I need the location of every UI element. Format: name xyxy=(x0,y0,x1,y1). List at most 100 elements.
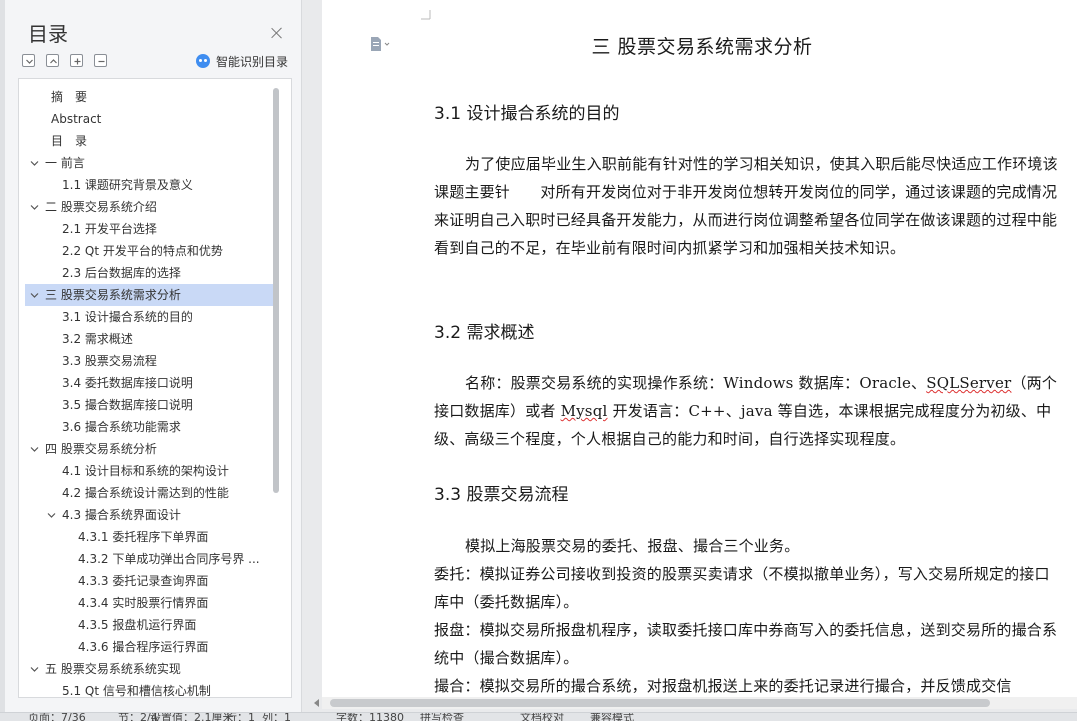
status-item[interactable]: 页面：7/36 xyxy=(28,713,86,721)
toc-item[interactable]: 五 股票交易系统系统实现 xyxy=(25,658,273,680)
toc-item-label: 3.1 设计撮合系统的目的 xyxy=(62,310,193,324)
section-3-3-body: 模拟上海股票交易的委托、报盘、撮合三个业务。 委托：模拟证券公司接收到投资的股票… xyxy=(434,532,1058,700)
robot-icon xyxy=(196,54,210,68)
toc-item[interactable]: 4.3.5 报盘机运行界面 xyxy=(25,614,273,636)
paragraph-line: 委托：模拟证券公司接收到投资的股票买卖请求（不模拟撤单业务），写入交易所规定的接… xyxy=(434,565,1050,611)
toc-item-label: 摘 要 xyxy=(51,90,88,104)
minus-icon xyxy=(98,60,105,63)
toc-item[interactable]: 3.6 撮合系统功能需求 xyxy=(25,416,273,438)
paragraph-line: 报盘：模拟交易所报盘机程序，读取委托接口库中券商写入的委托信息，送到交易所的撮合… xyxy=(434,621,1058,667)
toc-item[interactable]: 三 股票交易系统需求分析 xyxy=(25,284,273,306)
toc-item[interactable]: 4.3.6 撮合程序运行界面 xyxy=(25,636,273,658)
toc-item[interactable]: 5.1 Qt 信号和槽信核心机制 xyxy=(25,680,273,698)
toc-item[interactable]: 3.3 股票交易流程 xyxy=(25,350,273,372)
toc-item-label: 4.3.3 委托记录查询界面 xyxy=(78,574,209,588)
scroll-left-icon[interactable] xyxy=(312,698,322,708)
toc-item[interactable]: 二 股票交易系统介绍 xyxy=(25,196,273,218)
text-run: 名称：股票交易系统的实现操作系统：Windows 数据库：Oracle、 xyxy=(465,374,927,392)
smart-toc-label: 智能识别目录 xyxy=(216,54,289,69)
smart-toc-button[interactable]: 智能识别目录 xyxy=(196,53,288,69)
section-heading-3-3: 3.3 股票交易流程 xyxy=(434,485,569,505)
status-item[interactable]: 字数：11380 xyxy=(336,713,404,721)
chevron-down-icon[interactable] xyxy=(30,291,39,300)
horizontal-scroll-thumb[interactable] xyxy=(330,699,990,707)
section-3-2-paragraph: 名称：股票交易系统的实现操作系统：Windows 数据库：Oracle、SQLS… xyxy=(434,369,1058,453)
status-item[interactable]: 文档校对 xyxy=(520,713,564,721)
toc-panel: 目录 智能识别目录 摘 要 Abstract 目 录一 前言 1.1 课题研究背景及意… xyxy=(0,0,302,712)
toc-item[interactable]: 2.3 后台数据库的选择 xyxy=(25,262,273,284)
toc-item-label: 3.5 撮合数据库接口说明 xyxy=(62,398,193,412)
toc-item-label: 4.3.5 报盘机运行界面 xyxy=(78,618,197,632)
toc-item[interactable]: 4.1 设计目标和系统的架构设计 xyxy=(25,460,273,482)
plus-icon xyxy=(74,58,81,65)
document-page: 三 股票交易系统需求分析 3.1 设计撮合系统的目的 为了使应届毕业生入职前能有… xyxy=(322,0,1077,698)
toc-item[interactable]: 四 股票交易系统分析 xyxy=(25,438,273,460)
toc-item-label: 五 股票交易系统系统实现 xyxy=(45,662,181,676)
chevron-down-icon[interactable] xyxy=(30,665,39,674)
status-item[interactable]: 拼写检查 xyxy=(420,713,464,721)
toc-item[interactable]: 2.2 Qt 开发平台的特点和优势 xyxy=(25,240,273,262)
toc-item-label: 2.1 开发平台选择 xyxy=(62,222,157,236)
section-heading-3-2: 3.2 需求概述 xyxy=(434,323,535,343)
toc-item[interactable]: 摘 要 xyxy=(25,86,273,108)
toc-item-label: 1.1 课题研究背景及意义 xyxy=(62,178,193,192)
toc-item[interactable]: 2.1 开发平台选择 xyxy=(25,218,273,240)
chapter-title: 三 股票交易系统需求分析 xyxy=(591,36,813,58)
toc-item[interactable]: Abstract xyxy=(25,108,273,130)
toc-item-label: 一 前言 xyxy=(45,156,85,170)
toc-item-label: 2.2 Qt 开发平台的特点和优势 xyxy=(62,244,223,258)
paragraph-line: 撮合：模拟交易所的撮合系统，对报盘机报送上来的委托记录进行撮合，并反馈成交信 xyxy=(434,677,1012,695)
toc-item[interactable]: 4.2 撮合系统设计需达到的性能 xyxy=(25,482,273,504)
remove-heading-button[interactable] xyxy=(94,54,107,67)
toc-item-label: Abstract xyxy=(51,112,102,126)
toc-item-label: 3.2 需求概述 xyxy=(62,332,133,346)
toc-item[interactable]: 目 录 xyxy=(25,130,273,152)
spellcheck-word[interactable]: SQLServer xyxy=(926,374,1011,392)
toc-item-label: 4.3.2 下单成功弹出合同序号界 ... xyxy=(78,552,260,566)
toc-item-label: 目 录 xyxy=(51,134,88,148)
toc-item-label: 二 股票交易系统介绍 xyxy=(45,200,157,214)
page-corner-mark xyxy=(421,10,431,20)
expand-all-button[interactable] xyxy=(46,54,59,67)
toc-item[interactable]: 4.3.4 实时股票行情界面 xyxy=(25,592,273,614)
toc-item[interactable]: 3.1 设计撮合系统的目的 xyxy=(25,306,273,328)
chevron-down-icon xyxy=(26,59,33,64)
toc-item[interactable]: 一 前言 xyxy=(25,152,273,174)
toc-item-label: 3.3 股票交易流程 xyxy=(62,354,157,368)
toc-item[interactable]: 4.3.3 委托记录查询界面 xyxy=(25,570,273,592)
chevron-down-icon[interactable] xyxy=(47,511,56,520)
toc-item-label: 四 股票交易系统分析 xyxy=(45,442,157,456)
toc-item[interactable]: 1.1 课题研究背景及意义 xyxy=(25,174,273,196)
toc-item-label: 3.6 撮合系统功能需求 xyxy=(62,420,181,434)
toc-item[interactable]: 3.2 需求概述 xyxy=(25,328,273,350)
toc-list: 摘 要 Abstract 目 录一 前言 1.1 课题研究背景及意义二 股票交易系统介… xyxy=(18,78,292,698)
chevron-down-icon[interactable] xyxy=(30,159,39,168)
toc-item[interactable]: 4.3 撮合系统界面设计 xyxy=(25,504,273,526)
collapse-all-button[interactable] xyxy=(22,54,35,67)
status-item[interactable]: 列：1 xyxy=(262,713,291,721)
toc-item-label: 4.2 撮合系统设计需达到的性能 xyxy=(62,486,229,500)
toc-title: 目录 xyxy=(28,22,68,46)
chevron-down-icon[interactable] xyxy=(30,445,39,454)
close-icon[interactable] xyxy=(270,26,284,40)
spellcheck-word[interactable]: Mysql xyxy=(561,402,608,420)
status-item[interactable]: 行：1 xyxy=(226,713,255,721)
status-item[interactable]: 设置值：2.1厘米 xyxy=(150,713,234,721)
toc-item-label: 4.3 撮合系统界面设计 xyxy=(62,508,181,522)
chevron-down-icon[interactable] xyxy=(30,203,39,212)
toc-item[interactable]: 4.3.1 委托程序下单界面 xyxy=(25,526,273,548)
document-area: 三 股票交易系统需求分析 3.1 设计撮合系统的目的 为了使应届毕业生入职前能有… xyxy=(303,0,1077,712)
toc-item[interactable]: 3.5 撮合数据库接口说明 xyxy=(25,394,273,416)
status-item[interactable]: 兼容模式 xyxy=(590,713,634,721)
toc-item-label: 4.3.4 实时股票行情界面 xyxy=(78,596,209,610)
panel-edge xyxy=(0,0,5,712)
toc-item-label: 5.1 Qt 信号和槽信核心机制 xyxy=(62,684,211,698)
add-heading-button[interactable] xyxy=(70,54,83,67)
toc-item-label: 4.3.6 撮合程序运行界面 xyxy=(78,640,209,654)
toc-scrollbar[interactable] xyxy=(273,88,279,493)
toc-item-label: 4.3.1 委托程序下单界面 xyxy=(78,530,209,544)
toc-item[interactable]: 3.4 委托数据库接口说明 xyxy=(25,372,273,394)
section-3-1-paragraph: 为了使应届毕业生入职前能有针对性的学习相关知识，使其入职后能尽快适应工作环境该课… xyxy=(434,155,1058,257)
toc-item-label: 3.4 委托数据库接口说明 xyxy=(62,376,193,390)
toc-item[interactable]: 4.3.2 下单成功弹出合同序号界 ... xyxy=(25,548,273,570)
